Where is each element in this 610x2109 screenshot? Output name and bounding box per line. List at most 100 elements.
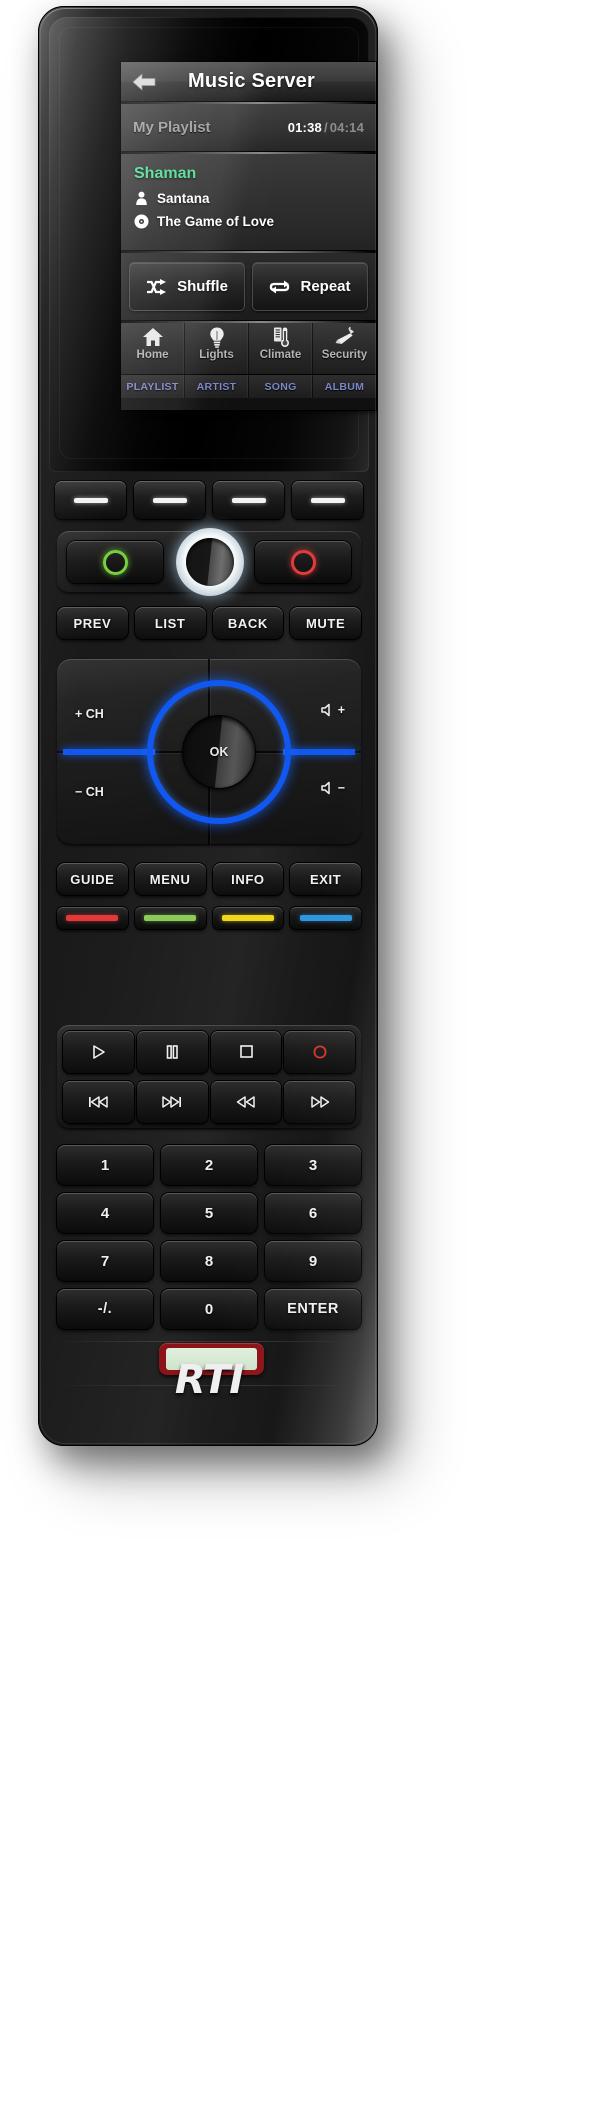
power-on-button[interactable] [67, 541, 163, 583]
screen-nav-bar: Home Lights Climate Security [121, 323, 376, 375]
guide-button[interactable]: GUIDE [57, 863, 128, 895]
song-row: The Game of Love [134, 214, 363, 229]
jog-wheel[interactable] [176, 528, 244, 596]
key-5[interactable]: 5 [161, 1193, 257, 1233]
soft-key-row [55, 481, 363, 519]
key-6[interactable]: 6 [265, 1193, 361, 1233]
key-8[interactable]: 8 [161, 1241, 257, 1281]
brand-logo: RTI [174, 1357, 244, 1403]
time-separator: / [323, 120, 328, 135]
info-button[interactable]: INFO [212, 863, 284, 895]
red-color-bar [66, 915, 119, 921]
speaker-icon-2 [320, 781, 334, 795]
dpad-right-arm [283, 749, 355, 755]
prev-button[interactable]: PREV [57, 607, 128, 639]
tab-song[interactable]: SONG [249, 375, 313, 398]
soft-key-1[interactable] [55, 481, 126, 519]
yellow-color-bar [221, 915, 274, 921]
nav-label-lights: Lights [199, 349, 234, 361]
rewind-button[interactable] [210, 1081, 282, 1123]
soft-key-1-indicator [73, 497, 108, 503]
channel-up-label[interactable]: + CH [75, 707, 104, 721]
soft-key-3[interactable] [213, 481, 284, 519]
nav-item-lights[interactable]: Lights [185, 323, 249, 374]
thermometer-icon [270, 326, 292, 348]
track-info-panel: Shaman Santana The Game of Love [121, 154, 376, 251]
enter-button[interactable]: ENTER [265, 1289, 361, 1329]
red-color-key[interactable] [57, 907, 128, 929]
volume-down-label: − [337, 781, 345, 795]
mute-button[interactable]: MUTE [290, 607, 361, 639]
back-arrow-icon[interactable] [131, 72, 157, 92]
next-track-button[interactable] [136, 1081, 208, 1123]
stop-button[interactable] [210, 1031, 282, 1073]
nav-item-home[interactable]: Home [121, 323, 185, 374]
nav-key-row: PREV LIST BACK MUTE [57, 607, 361, 639]
key-0[interactable]: 0 [161, 1289, 257, 1329]
lightbulb-icon [206, 326, 228, 348]
nav-item-climate[interactable]: Climate [249, 323, 313, 374]
back-button[interactable]: BACK [212, 607, 284, 639]
elapsed-time: 01:38 [287, 120, 322, 135]
artist-icon [134, 191, 149, 206]
power-off-button[interactable] [255, 541, 351, 583]
ok-button[interactable]: OK [183, 716, 255, 788]
tab-label-album: ALBUM [324, 380, 365, 393]
power-off-ring-icon [290, 549, 316, 575]
artist-name: Santana [157, 191, 210, 206]
rti-remote-control: Music Server My Playlist 01:38/04:14 Sha… [38, 6, 378, 1446]
soft-key-4-indicator [310, 497, 345, 503]
transport-row-primary [63, 1031, 355, 1073]
volume-up-button[interactable]: + [320, 703, 345, 717]
skip-back-icon [85, 1093, 111, 1111]
play-button[interactable] [63, 1031, 134, 1073]
ir-upper-seam [51, 1341, 351, 1342]
key-dash-dot[interactable]: -/. [57, 1289, 153, 1329]
soft-key-4[interactable] [292, 481, 363, 519]
blue-color-key[interactable] [290, 907, 361, 929]
camera-icon [334, 326, 356, 348]
record-button[interactable] [284, 1031, 355, 1073]
touchscreen-display[interactable]: Music Server My Playlist 01:38/04:14 Sha… [121, 62, 376, 410]
yellow-color-key[interactable] [212, 907, 284, 929]
key-2[interactable]: 2 [161, 1145, 257, 1185]
pause-button[interactable] [136, 1031, 208, 1073]
menu-button[interactable]: MENU [134, 863, 206, 895]
repeat-button[interactable]: Repeat [252, 262, 368, 311]
soft-key-3-indicator [231, 497, 266, 503]
rewind-icon [233, 1093, 259, 1111]
playlist-source-label: My Playlist [133, 119, 211, 136]
soft-key-2[interactable] [134, 481, 205, 519]
key-3[interactable]: 3 [265, 1145, 361, 1185]
play-icon [85, 1043, 111, 1061]
previous-track-button[interactable] [63, 1081, 134, 1123]
exit-button[interactable]: EXIT [290, 863, 361, 895]
disc-icon [134, 214, 149, 229]
green-color-bar [144, 915, 197, 921]
channel-down-label[interactable]: − CH [75, 785, 104, 799]
repeat-label: Repeat [300, 278, 351, 295]
power-on-ring-icon [102, 549, 128, 575]
tab-artist[interactable]: ARTIST [185, 375, 249, 398]
list-button[interactable]: LIST [134, 607, 206, 639]
key-9[interactable]: 9 [265, 1241, 361, 1281]
home-icon [142, 326, 164, 348]
page-title: Music Server [188, 70, 315, 92]
shuffle-button[interactable]: Shuffle [129, 262, 245, 311]
fast-forward-button[interactable] [284, 1081, 355, 1123]
nav-item-security[interactable]: Security [313, 323, 376, 374]
volume-down-button[interactable]: − [320, 781, 345, 795]
repeat-icon [269, 278, 291, 296]
tab-playlist[interactable]: PLAYLIST [121, 375, 185, 398]
nav-label-security: Security [321, 349, 368, 361]
green-color-key[interactable] [134, 907, 206, 929]
nav-label-home: Home [136, 349, 169, 361]
now-playing-bar: My Playlist 01:38/04:14 [121, 104, 376, 152]
ok-button-label: OK [209, 745, 229, 759]
key-7[interactable]: 7 [57, 1241, 153, 1281]
key-4[interactable]: 4 [57, 1193, 153, 1233]
screen-header: Music Server [121, 62, 376, 102]
key-1[interactable]: 1 [57, 1145, 153, 1185]
tab-album[interactable]: ALBUM [313, 375, 376, 398]
screenshot-root: Music Server My Playlist 01:38/04:14 Sha… [0, 0, 610, 2109]
